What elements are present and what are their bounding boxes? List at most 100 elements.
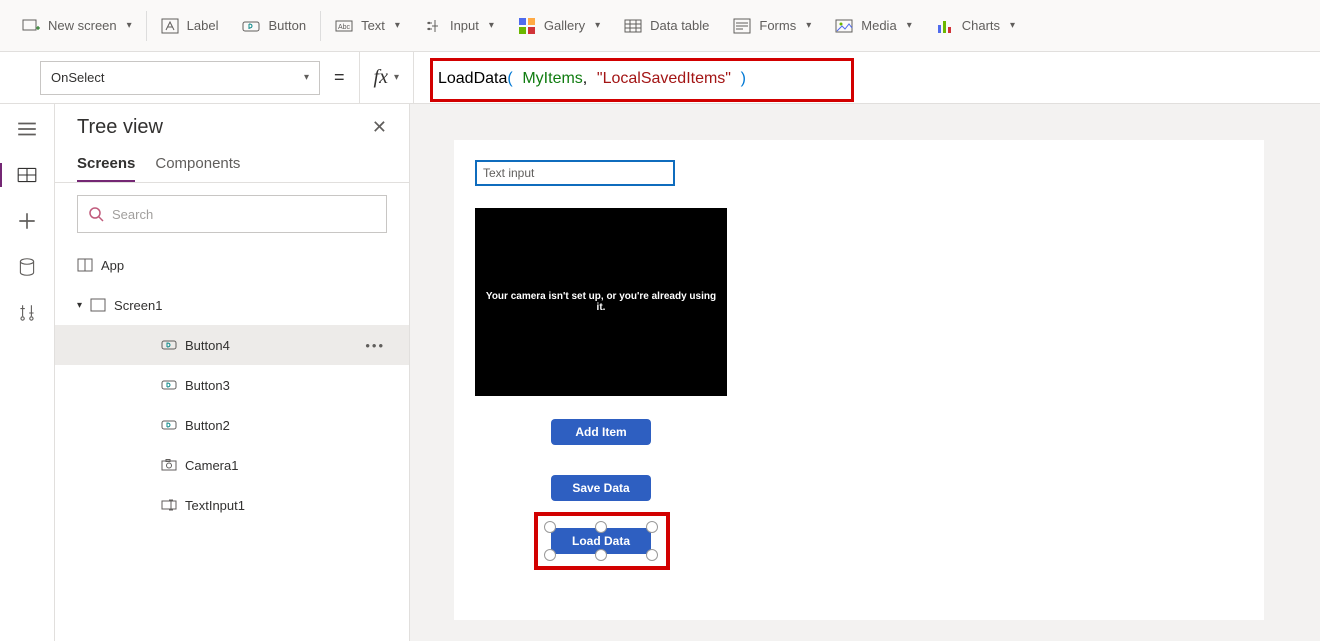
chevron-down-icon: ▾ xyxy=(806,20,811,31)
tree-view-title: Tree view xyxy=(77,116,163,139)
charts-dropdown[interactable]: Charts ▾ xyxy=(924,0,1027,51)
tree-tabs: Screens Components xyxy=(55,145,409,183)
text-dropdown[interactable]: Abc Text ▾ xyxy=(323,0,412,51)
chevron-down-icon: ▾ xyxy=(489,20,494,31)
media-icon xyxy=(835,17,853,35)
close-icon[interactable]: ✕ xyxy=(372,117,387,138)
save-data-label: Save Data xyxy=(572,481,629,495)
textinput-icon xyxy=(161,497,177,513)
camera-message: Your camera isn't set up, or you're alre… xyxy=(485,291,717,313)
add-item-label: Add Item xyxy=(575,425,626,439)
label-button[interactable]: Label xyxy=(149,0,231,51)
input-dropdown[interactable]: Input ▾ xyxy=(412,0,506,51)
new-screen-button[interactable]: New screen ▾ xyxy=(10,0,144,51)
tree-node-button4[interactable]: Button4 ••• xyxy=(55,325,409,365)
hamburger-icon[interactable] xyxy=(16,118,38,140)
divider xyxy=(359,52,360,104)
load-data-label: Load Data xyxy=(572,534,630,548)
forms-icon xyxy=(733,17,751,35)
formula-arg2: "LocalSavedItems" xyxy=(597,70,731,87)
textinput-control[interactable]: Text input xyxy=(475,160,675,186)
tree-node-screen1[interactable]: ▾ Screen1 xyxy=(55,285,409,325)
resize-handle[interactable] xyxy=(595,549,607,561)
tab-screens[interactable]: Screens xyxy=(77,155,135,182)
camera-control[interactable]: Your camera isn't set up, or you're alre… xyxy=(475,208,727,396)
ribbon-toolbar: New screen ▾ Label Button Abc Text ▾ Inp… xyxy=(0,0,1320,52)
media-label: Media xyxy=(861,18,896,33)
canvas[interactable]: Text input Your camera isn't set up, or … xyxy=(454,140,1264,620)
button2-label: Button2 xyxy=(185,418,230,433)
resize-handle[interactable] xyxy=(646,521,658,533)
resize-handle[interactable] xyxy=(544,549,556,561)
chevron-down-icon: ▾ xyxy=(127,20,132,31)
more-icon[interactable]: ••• xyxy=(365,338,409,353)
formula-bar: OnSelect ▾ = fx ▾ LoadData( MyItems, "Lo… xyxy=(0,52,1320,104)
data-table-button[interactable]: Data table xyxy=(612,0,721,51)
tree-node-textinput1[interactable]: TextInput1 xyxy=(55,485,409,525)
new-screen-icon xyxy=(22,17,40,35)
insert-icon[interactable] xyxy=(16,210,38,232)
resize-handle[interactable] xyxy=(646,549,658,561)
text-icon: Abc xyxy=(335,17,353,35)
resize-handle[interactable] xyxy=(595,521,607,533)
button-icon xyxy=(161,417,177,433)
forms-dropdown[interactable]: Forms ▾ xyxy=(721,0,823,51)
search-icon xyxy=(88,206,104,222)
save-data-button[interactable]: Save Data xyxy=(551,475,651,501)
button-control[interactable]: Button xyxy=(230,0,318,51)
equals-sign: = xyxy=(334,67,345,88)
gallery-label: Gallery xyxy=(544,18,585,33)
app-label: App xyxy=(101,258,124,273)
data-table-icon xyxy=(624,17,642,35)
gallery-dropdown[interactable]: Gallery ▾ xyxy=(506,0,612,51)
separator xyxy=(320,11,321,41)
text-label: Text xyxy=(361,18,385,33)
charts-icon xyxy=(936,17,954,35)
divider xyxy=(413,52,414,104)
svg-text:Abc: Abc xyxy=(338,24,351,31)
chevron-down-icon: ▾ xyxy=(907,20,912,31)
formula-input[interactable]: LoadData( MyItems, "LocalSavedItems" ) xyxy=(428,62,1308,94)
gallery-icon xyxy=(518,17,536,35)
button-icon xyxy=(161,337,177,353)
selected-control-wrapper: Load Data xyxy=(547,524,655,558)
data-table-label: Data table xyxy=(650,18,709,33)
button-icon xyxy=(161,377,177,393)
fx-icon: fx xyxy=(374,66,388,89)
tools-icon[interactable] xyxy=(16,302,38,324)
formula-function: LoadData xyxy=(438,70,507,87)
fx-button[interactable]: fx ▾ xyxy=(374,66,399,89)
camera1-label: Camera1 xyxy=(185,458,238,473)
property-selector[interactable]: OnSelect ▾ xyxy=(40,61,320,95)
tree-view-icon[interactable] xyxy=(16,164,38,186)
chevron-down-icon: ▾ xyxy=(395,20,400,31)
new-screen-label: New screen xyxy=(48,18,117,33)
data-icon[interactable] xyxy=(16,256,38,278)
label-text: Label xyxy=(187,18,219,33)
media-dropdown[interactable]: Media ▾ xyxy=(823,0,923,51)
chevron-down-icon: ▾ xyxy=(595,20,600,31)
chevron-down-icon: ▾ xyxy=(304,72,309,83)
label-icon xyxy=(161,17,179,35)
formula-arg1: MyItems xyxy=(522,70,582,87)
chevron-down-icon: ▾ xyxy=(1010,20,1015,31)
resize-handle[interactable] xyxy=(544,521,556,533)
tab-components[interactable]: Components xyxy=(155,155,240,182)
tree-node-camera1[interactable]: Camera1 xyxy=(55,445,409,485)
property-value: OnSelect xyxy=(51,70,104,85)
separator xyxy=(146,11,147,41)
screen1-label: Screen1 xyxy=(114,298,162,313)
search-placeholder: Search xyxy=(112,207,153,222)
search-input[interactable]: Search xyxy=(77,195,387,233)
paren-open: ( xyxy=(507,70,512,87)
textinput1-label: TextInput1 xyxy=(185,498,245,513)
add-item-button[interactable]: Add Item xyxy=(551,419,651,445)
tree-node-button3[interactable]: Button3 xyxy=(55,365,409,405)
input-label: Input xyxy=(450,18,479,33)
tree-node-app[interactable]: App xyxy=(55,245,409,285)
comma: , xyxy=(583,70,587,87)
camera-icon xyxy=(161,457,177,473)
tree-node-button2[interactable]: Button2 xyxy=(55,405,409,445)
canvas-area: Text input Your camera isn't set up, or … xyxy=(410,104,1320,641)
input-icon xyxy=(424,17,442,35)
